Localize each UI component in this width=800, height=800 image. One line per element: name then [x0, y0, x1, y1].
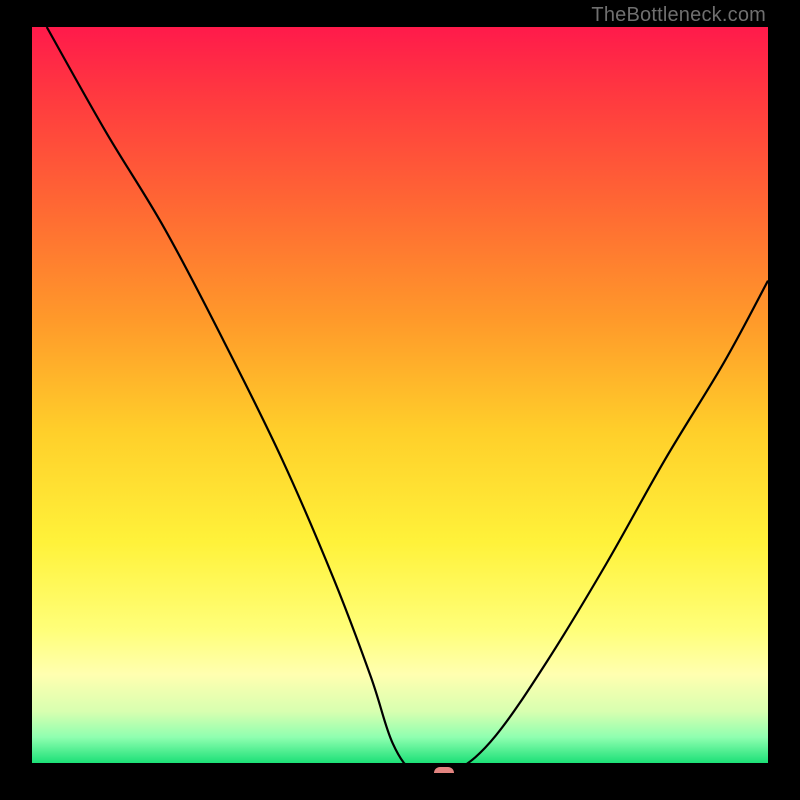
chart-frame: TheBottleneck.com: [0, 0, 800, 800]
bottleneck-curve: [32, 27, 768, 773]
optimal-marker: [434, 767, 454, 773]
plot-area: [32, 27, 768, 773]
watermark-text: TheBottleneck.com: [591, 4, 766, 27]
